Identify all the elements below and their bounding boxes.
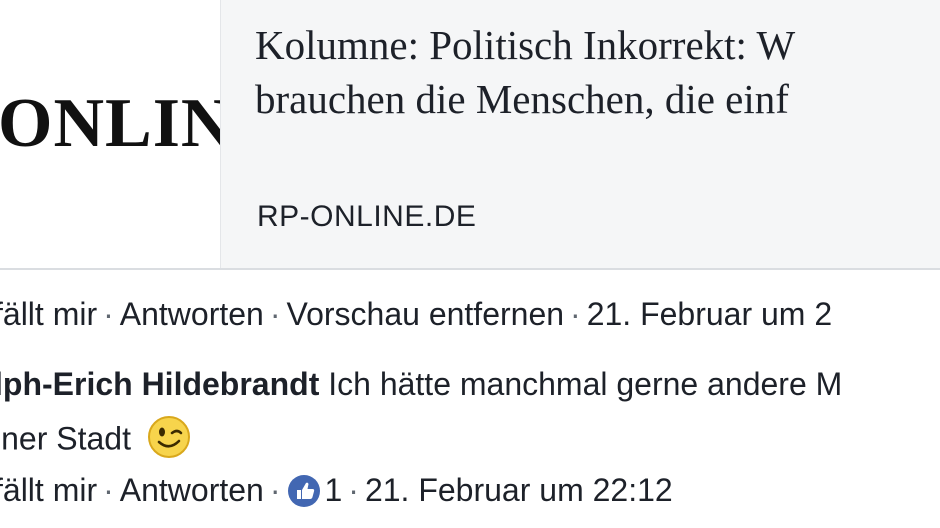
comment-body-line-2: iner Stadt [0,420,131,457]
reply-link[interactable]: Antworten [120,296,264,332]
comment-author[interactable]: lph-Erich Hildebrandt [0,366,319,402]
rp-online-logo: ONLIN [0,85,220,162]
timestamp-link[interactable]: 21. Februar um 2 [587,296,832,332]
comment-reply-link[interactable]: Antworten [120,472,264,508]
comment-like-link[interactable]: fällt mir [0,472,97,508]
link-title[interactable]: Kolumne: Politisch Inkorrekt: W brauchen… [255,18,940,126]
link-domain: RP-ONLINE.DE [257,200,477,233]
comment-timestamp-link[interactable]: 21. Februar um 22:12 [365,472,673,508]
link-thumbnail[interactable]: ONLIN [0,0,220,268]
link-preview-card[interactable]: ONLIN Kolumne: Politisch Inkorrekt: W br… [0,0,940,270]
comment-body-line-1: Ich hätte manchmal gerne andere M [328,366,843,402]
post-action-bar: fällt mir · Antworten · Vorschau entfernen · 2… [0,296,832,333]
separator: · [348,472,359,508]
comment-text-continued: iner Stadt [0,416,192,464]
separator: · [269,472,281,508]
like-thumbs-up-icon[interactable] [287,474,321,508]
link-preview-body[interactable]: Kolumne: Politisch Inkorrekt: W brauchen… [220,0,940,268]
like-count[interactable]: 1 [325,472,343,508]
comment-text: lph-Erich Hildebrandt Ich hätte manchmal… [0,366,842,403]
separator: · [103,472,114,508]
remove-preview-link[interactable]: Vorschau entfernen [287,296,565,332]
separator: · [103,296,114,332]
link-title-line-2: brauchen die Menschen, die einf [255,76,789,122]
separator: · [570,296,581,332]
link-title-line-1: Kolumne: Politisch Inkorrekt: W [255,22,796,68]
wink-emoji-icon [147,416,190,458]
comment-action-bar: fällt mir · Antworten · 1 · 21. Februar um 22… [0,472,673,510]
like-link[interactable]: fällt mir [0,296,97,332]
separator: · [269,296,281,332]
